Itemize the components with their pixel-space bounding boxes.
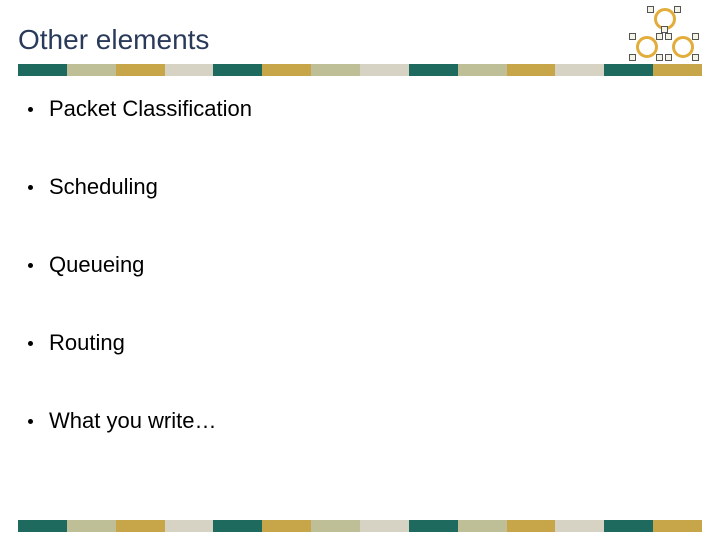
stripe-seg bbox=[262, 520, 311, 532]
bullet-list: Packet Classification Scheduling Queueing R… bbox=[28, 96, 680, 486]
stripe-seg bbox=[213, 520, 262, 532]
stripe-seg bbox=[18, 64, 67, 76]
stripe-seg bbox=[409, 520, 458, 532]
bullet-dot-icon bbox=[28, 263, 33, 268]
stripe-seg bbox=[409, 64, 458, 76]
router-logo bbox=[626, 6, 706, 70]
stripe-seg bbox=[67, 64, 116, 76]
bullet-item: What you write… bbox=[28, 408, 680, 434]
stripe-seg bbox=[116, 64, 165, 76]
stripe-seg bbox=[213, 64, 262, 76]
bullet-item: Scheduling bbox=[28, 174, 680, 200]
stripe-seg bbox=[653, 520, 702, 532]
stripe-seg bbox=[18, 520, 67, 532]
stripe-seg bbox=[555, 64, 604, 76]
stripe-seg bbox=[116, 520, 165, 532]
stripe-seg bbox=[458, 64, 507, 76]
stripe-seg bbox=[458, 520, 507, 532]
stripe-seg bbox=[360, 520, 409, 532]
stripe-seg bbox=[555, 520, 604, 532]
bullet-dot-icon bbox=[28, 107, 33, 112]
bullet-dot-icon bbox=[28, 185, 33, 190]
stripe-seg bbox=[653, 64, 702, 76]
bullet-dot-icon bbox=[28, 341, 33, 346]
divider-stripe-bottom bbox=[18, 520, 702, 532]
bullet-dot-icon bbox=[28, 419, 33, 424]
stripe-seg bbox=[604, 520, 653, 532]
stripe-seg bbox=[165, 64, 214, 76]
stripe-seg bbox=[507, 520, 556, 532]
bullet-item: Routing bbox=[28, 330, 680, 356]
slide-title: Other elements bbox=[18, 24, 209, 56]
bullet-text: What you write… bbox=[49, 408, 217, 434]
slide: Other elements Packet Classification Sche… bbox=[0, 0, 720, 540]
bullet-item: Packet Classification bbox=[28, 96, 680, 122]
bullet-text: Queueing bbox=[49, 252, 144, 278]
bullet-item: Queueing bbox=[28, 252, 680, 278]
stripe-seg bbox=[262, 64, 311, 76]
stripe-seg bbox=[165, 520, 214, 532]
divider-stripe-top bbox=[18, 64, 702, 76]
stripe-seg bbox=[67, 520, 116, 532]
stripe-seg bbox=[604, 64, 653, 76]
bullet-text: Routing bbox=[49, 330, 125, 356]
bullet-text: Packet Classification bbox=[49, 96, 252, 122]
bullet-text: Scheduling bbox=[49, 174, 158, 200]
stripe-seg bbox=[507, 64, 556, 76]
stripe-seg bbox=[360, 64, 409, 76]
stripe-seg bbox=[311, 520, 360, 532]
stripe-seg bbox=[311, 64, 360, 76]
